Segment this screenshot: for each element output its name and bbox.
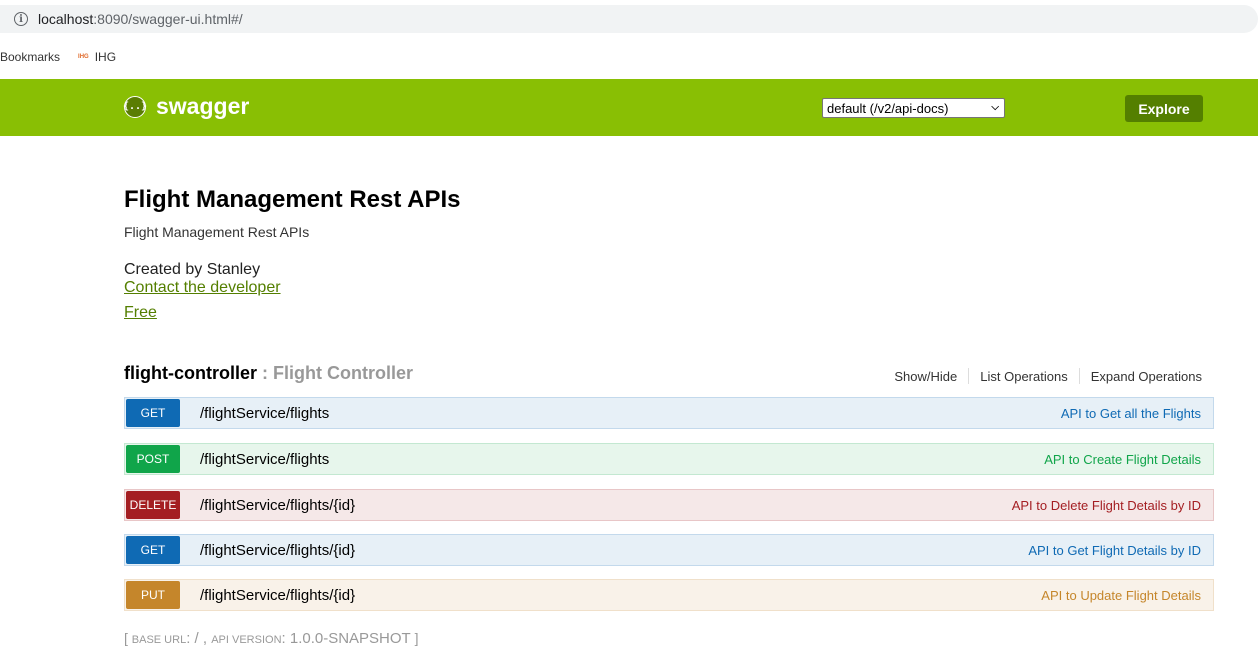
chevron-down-icon: ⌵ <box>991 102 999 113</box>
resource-description: Flight Controller <box>273 363 413 383</box>
footer-close-bracket: ] <box>410 630 419 646</box>
browser-address-bar: i localhost:8090/swagger-ui.html#/ <box>0 0 1258 36</box>
method-badge[interactable]: GET <box>126 399 180 427</box>
operation-summary[interactable]: API to Update Flight Details <box>1041 588 1201 603</box>
created-by: Created by Stanley <box>124 261 261 278</box>
url-host: localhost <box>38 11 94 27</box>
operation-summary[interactable]: API to Create Flight Details <box>1044 452 1201 467</box>
api-description: Flight Management Rest APIs <box>124 224 310 240</box>
resource-name[interactable]: flight-controller : Flight Controller <box>124 363 413 383</box>
operation-get-flight-by-id[interactable]: GET /flightService/flights/{id} API to G… <box>124 534 1214 566</box>
bookmark-ihg-label: IHG <box>94 50 117 64</box>
resource-heading: flight-controller : Flight Controller Sh… <box>124 363 1214 389</box>
api-version-label: api version <box>211 634 282 646</box>
method-badge[interactable]: PUT <box>126 581 180 609</box>
resource-separator: : <box>257 363 273 383</box>
footer-open-bracket: [ <box>124 630 132 646</box>
bookmark-ihg[interactable]: IHG IHG <box>78 50 116 64</box>
method-badge[interactable]: GET <box>126 536 180 564</box>
operation-path[interactable]: /flightService/flights/{id} <box>200 497 355 514</box>
operation-get-flights[interactable]: GET /flightService/flights API to Get al… <box>124 397 1214 429</box>
explore-button[interactable]: Explore <box>1125 95 1203 122</box>
swagger-logo[interactable]: {..} swagger <box>123 93 250 120</box>
api-info: Flight Management Rest APIs Flight Manag… <box>124 186 1214 322</box>
list-operations-link[interactable]: List Operations <box>980 369 1067 384</box>
method-badge[interactable]: POST <box>126 445 180 473</box>
operation-delete-flight-by-id[interactable]: DELETE /flightService/flights/{id} API t… <box>124 489 1214 521</box>
divider <box>968 368 970 384</box>
api-title: Flight Management Rest APIs <box>124 186 461 213</box>
bookmarks-bar: Bookmarks IHG IHG <box>0 46 134 68</box>
operation-summary[interactable]: API to Get all the Flights <box>1061 406 1201 421</box>
url-path: :8090/swagger-ui.html#/ <box>93 11 243 27</box>
operation-summary[interactable]: API to Get Flight Details by ID <box>1028 543 1201 558</box>
resource-flight-controller: flight-controller : Flight Controller Sh… <box>124 363 1214 611</box>
expand-operations-link[interactable]: Expand Operations <box>1091 369 1202 384</box>
resource-actions: Show/Hide List Operations Expand Operati… <box>894 368 1202 384</box>
base-url-label: Base url <box>131 634 187 646</box>
operation-path[interactable]: /flightService/flights/{id} <box>200 542 355 559</box>
operation-summary[interactable]: API to Delete Flight Details by ID <box>1012 498 1201 513</box>
api-spec-select[interactable]: default (/v2/api-docs) ⌵ <box>822 98 1005 118</box>
license-link[interactable]: Free <box>124 304 1214 322</box>
divider <box>1078 368 1080 384</box>
ihg-logo-icon: IHG <box>78 54 89 60</box>
contact-developer-link[interactable]: Contact the developer <box>124 279 1214 297</box>
operation-path[interactable]: /flightService/flights <box>200 405 329 422</box>
info-icon[interactable]: i <box>14 12 28 26</box>
api-spec-select-value: default (/v2/api-docs) <box>827 100 949 116</box>
url-field[interactable]: i localhost:8090/swagger-ui.html#/ <box>0 5 1258 33</box>
operation-put-flight-by-id[interactable]: PUT /flightService/flights/{id} API to U… <box>124 579 1214 611</box>
base-url-value: : / , <box>186 630 212 647</box>
swagger-header: {..} swagger default (/v2/api-docs) ⌵ Ex… <box>0 79 1258 136</box>
show-hide-link[interactable]: Show/Hide <box>894 369 957 384</box>
swagger-logo-text: swagger <box>156 93 250 119</box>
operation-post-flights[interactable]: POST /flightService/flights API to Creat… <box>124 443 1214 475</box>
operation-path[interactable]: /flightService/flights <box>200 451 329 468</box>
api-version-value: : 1.0.0-SNAPSHOT <box>281 630 411 647</box>
resource-name-text: flight-controller <box>124 363 257 383</box>
api-footer: [ Base url: / , api version: 1.0.0-SNAPS… <box>124 630 419 647</box>
method-badge[interactable]: DELETE <box>126 491 180 519</box>
swagger-logo-icon: {..} <box>123 95 147 118</box>
bookmarks-label[interactable]: Bookmarks <box>0 50 60 64</box>
operation-path[interactable]: /flightService/flights/{id} <box>200 587 355 604</box>
